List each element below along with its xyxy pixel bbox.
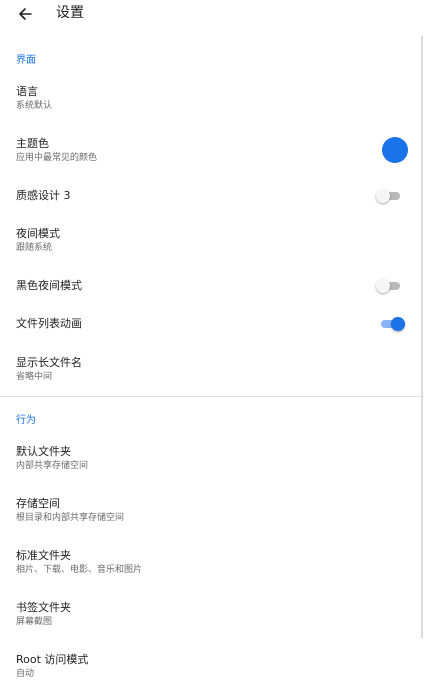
switch-thumb <box>376 189 390 203</box>
app-bar: 设置 <box>0 0 424 28</box>
setting-title: 书签文件夹 <box>16 601 71 614</box>
section-header-interface: 界面 <box>16 55 36 66</box>
setting-file-list-animation[interactable]: 文件列表动画 <box>0 312 420 338</box>
section-header-behavior: 行为 <box>16 415 36 426</box>
setting-default-folder[interactable]: 默认文件夹 内部共享存储空间 <box>0 438 420 482</box>
setting-subtitle: 根目录和内部共享存储空间 <box>16 513 125 523</box>
setting-bookmark-folders[interactable]: 书签文件夹 屏幕截图 <box>0 594 420 638</box>
switch-thumb <box>391 317 405 331</box>
setting-black-night-mode[interactable]: 黑色夜间模式 <box>0 274 420 300</box>
arrow-back-icon <box>19 8 32 20</box>
setting-long-file-names[interactable]: 显示长文件名 省略中间 <box>0 349 420 393</box>
setting-title: 标准文件夹 <box>16 549 71 562</box>
scrollbar[interactable] <box>421 36 423 638</box>
setting-title: 主题色 <box>16 137 49 150</box>
setting-subtitle: 跟随系统 <box>16 243 53 253</box>
setting-root-access-mode[interactable]: Root 访问模式 自动 <box>0 646 420 688</box>
setting-theme-color[interactable]: 主题色 应用中最常见的颜色 <box>0 130 420 174</box>
setting-title: Root 访问模式 <box>16 653 89 666</box>
setting-subtitle: 自动 <box>16 669 35 679</box>
setting-subtitle: 省略中间 <box>16 372 53 382</box>
setting-language[interactable]: 语言 系统默认 <box>0 78 420 122</box>
black-night-switch[interactable] <box>376 278 402 294</box>
setting-standard-folders[interactable]: 标准文件夹 相片、下载、电影、音乐和图片 <box>0 542 420 586</box>
setting-title: 质感设计 3 <box>16 189 71 202</box>
setting-title: 语言 <box>16 85 38 98</box>
setting-material-design-3[interactable]: 质感设计 3 <box>0 184 420 210</box>
material3-switch[interactable] <box>376 188 402 204</box>
setting-subtitle: 应用中最常见的颜色 <box>16 153 98 163</box>
setting-night-mode[interactable]: 夜间模式 跟随系统 <box>0 220 420 264</box>
setting-storage[interactable]: 存储空间 根目录和内部共享存储空间 <box>0 490 420 534</box>
back-button[interactable] <box>14 3 36 25</box>
setting-title: 显示长文件名 <box>16 356 82 369</box>
setting-title: 黑色夜间模式 <box>16 279 82 292</box>
section-divider <box>0 396 424 397</box>
setting-subtitle: 内部共享存储空间 <box>16 461 89 471</box>
setting-title: 文件列表动画 <box>16 317 82 330</box>
switch-thumb <box>376 279 390 293</box>
setting-title: 存储空间 <box>16 497 60 510</box>
setting-title: 默认文件夹 <box>16 445 71 458</box>
setting-subtitle: 系统默认 <box>16 101 53 111</box>
file-list-animation-switch[interactable] <box>379 316 405 332</box>
page-title: 设置 <box>56 5 84 21</box>
setting-subtitle: 屏幕截图 <box>16 617 53 627</box>
setting-title: 夜间模式 <box>16 227 60 240</box>
setting-subtitle: 相片、下载、电影、音乐和图片 <box>16 565 143 575</box>
theme-color-swatch <box>382 137 408 163</box>
